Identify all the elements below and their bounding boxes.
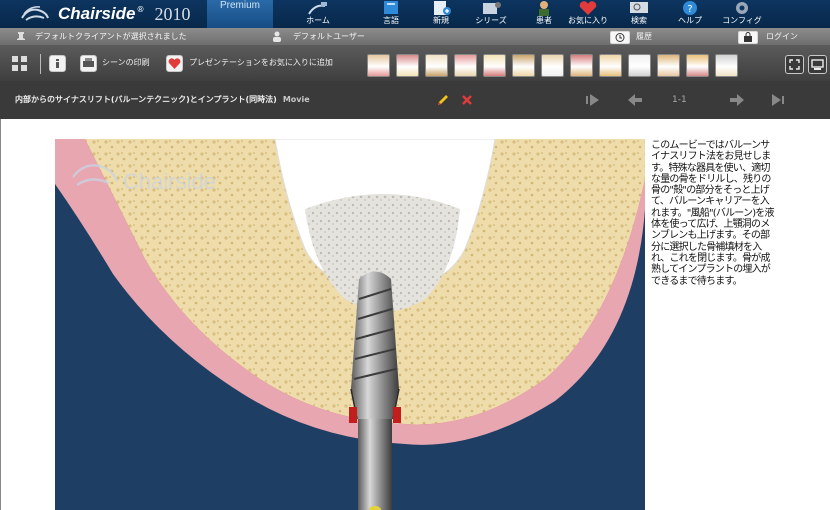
status-bar: デフォルトクライアントが選択されました デフォルトユーザー 履歴 ログイン xyxy=(0,28,830,45)
chair-logo-icon xyxy=(21,6,49,21)
scene-thumbnail[interactable] xyxy=(628,54,651,77)
help-icon: ? xyxy=(683,1,697,15)
nav-search-label: 検索 xyxy=(631,16,647,25)
movie-player[interactable]: Chairside xyxy=(55,139,645,510)
favorite-button[interactable] xyxy=(166,55,183,72)
app-logo: Chairside ® 2010 xyxy=(20,0,190,28)
nav-series-label: シリーズ xyxy=(475,16,507,25)
scene-toolbar: シーンの印刷 プレゼンテーションをお気に入りに追加 xyxy=(0,45,830,81)
scene-type-label: Movie xyxy=(282,95,310,104)
next-page-icon[interactable] xyxy=(727,93,747,107)
nav-config[interactable]: コンフィグ xyxy=(716,0,768,28)
scene-thumbnail[interactable] xyxy=(599,54,622,77)
nav-glossary-label: 言語 xyxy=(383,16,399,25)
scene-thumbnail[interactable] xyxy=(367,54,390,77)
page-indicator: 1-1 xyxy=(672,95,687,105)
content-left-border xyxy=(0,119,1,510)
heart-icon xyxy=(579,1,597,16)
app-name: Chairside xyxy=(58,4,136,23)
nav-help-label: ヘルプ xyxy=(678,16,702,25)
book-icon xyxy=(384,1,398,14)
add-favorite-label[interactable]: プレゼンテーションをお気に入りに追加 xyxy=(189,45,333,81)
scene-thumbnail[interactable] xyxy=(483,54,506,77)
nav-new-label: 新規 xyxy=(433,16,449,25)
expand-icon xyxy=(789,59,800,70)
watermark-text: Chairside xyxy=(123,169,216,194)
expand-button[interactable] xyxy=(785,55,804,74)
present-button[interactable] xyxy=(808,55,827,74)
fullscreen-grid-button[interactable] xyxy=(11,55,28,72)
chair-icon xyxy=(308,2,327,15)
nav-glossary[interactable]: 言語 xyxy=(365,0,417,28)
search-icon xyxy=(630,2,648,13)
info-button[interactable] xyxy=(49,55,66,72)
scene-title-text: 内部からのサイナスリフト(バルーンテクニック)とインプラント(同時法) xyxy=(15,95,277,104)
new-doc-icon xyxy=(434,1,451,15)
login-label[interactable]: ログイン xyxy=(766,28,798,45)
nav-home-label: ホーム xyxy=(306,16,330,25)
printer-icon xyxy=(83,58,94,67)
gear-icon xyxy=(736,2,748,14)
app-year: 2010 xyxy=(154,3,191,24)
scene-thumbnail[interactable] xyxy=(686,54,709,77)
top-navigation-bar: Chairside ® 2010 Premium ホーム 言語 新規 シリーズ … xyxy=(0,0,830,28)
scene-thumbnail[interactable] xyxy=(396,54,419,77)
toolbar-divider xyxy=(40,54,41,74)
app-trademark: ® xyxy=(136,4,145,14)
patient-icon xyxy=(539,1,549,16)
nav-search[interactable]: 検索 xyxy=(613,0,665,28)
lock-icon xyxy=(744,32,752,42)
login-button[interactable] xyxy=(738,31,758,44)
scene-thumbnail[interactable] xyxy=(715,54,738,77)
history-button[interactable] xyxy=(610,31,630,44)
client-status: デフォルトクライアントが選択されました xyxy=(35,32,187,41)
nav-favorites[interactable]: お気に入り xyxy=(562,0,614,28)
scene-thumbnail[interactable] xyxy=(570,54,593,77)
info-icon xyxy=(56,59,59,68)
presentation-icon xyxy=(811,59,824,70)
previous-page-icon[interactable] xyxy=(625,93,645,107)
clock-icon xyxy=(615,33,625,42)
edition-badge: Premium xyxy=(207,0,273,28)
nav-home[interactable]: ホーム xyxy=(292,0,344,28)
svg-text:?: ? xyxy=(687,4,692,15)
user-status: デフォルトユーザー xyxy=(293,32,365,41)
nav-help[interactable]: ? ヘルプ xyxy=(664,0,716,28)
first-page-icon[interactable] xyxy=(583,93,603,107)
scene-title: 内部からのサイナスリフト(バルーンテクニック)とインプラント(同時法) Movie xyxy=(15,81,310,119)
edition-label: Premium xyxy=(219,0,260,11)
nav-series[interactable]: シリーズ xyxy=(465,0,517,28)
grid-icon xyxy=(12,56,27,71)
heart-icon xyxy=(168,58,181,69)
edit-pencil-icon[interactable] xyxy=(436,93,450,107)
last-page-icon[interactable] xyxy=(767,93,787,107)
nav-config-label: コンフィグ xyxy=(722,16,762,25)
scene-title-bar: 内部からのサイナスリフト(バルーンテクニック)とインプラント(同時法) Movie… xyxy=(0,81,830,119)
scene-thumbnail[interactable] xyxy=(512,54,535,77)
scene-thumbnail[interactable] xyxy=(657,54,680,77)
scene-thumbnail[interactable] xyxy=(425,54,448,77)
print-scene-label[interactable]: シーンの印刷 xyxy=(102,45,150,81)
nav-favorites-label: お気に入り xyxy=(568,16,608,25)
film-icon xyxy=(483,2,501,14)
delete-x-icon[interactable] xyxy=(461,94,473,106)
history-label[interactable]: 履歴 xyxy=(636,28,652,45)
nav-new[interactable]: 新規 xyxy=(415,0,467,28)
scene-thumbnail[interactable] xyxy=(454,54,477,77)
movie-description: このムービーではバルーンサイナスリフト法をお見せします。特殊な器具を使い、適切な… xyxy=(651,140,775,287)
print-button[interactable] xyxy=(80,55,97,72)
scene-thumbnail[interactable] xyxy=(541,54,564,77)
